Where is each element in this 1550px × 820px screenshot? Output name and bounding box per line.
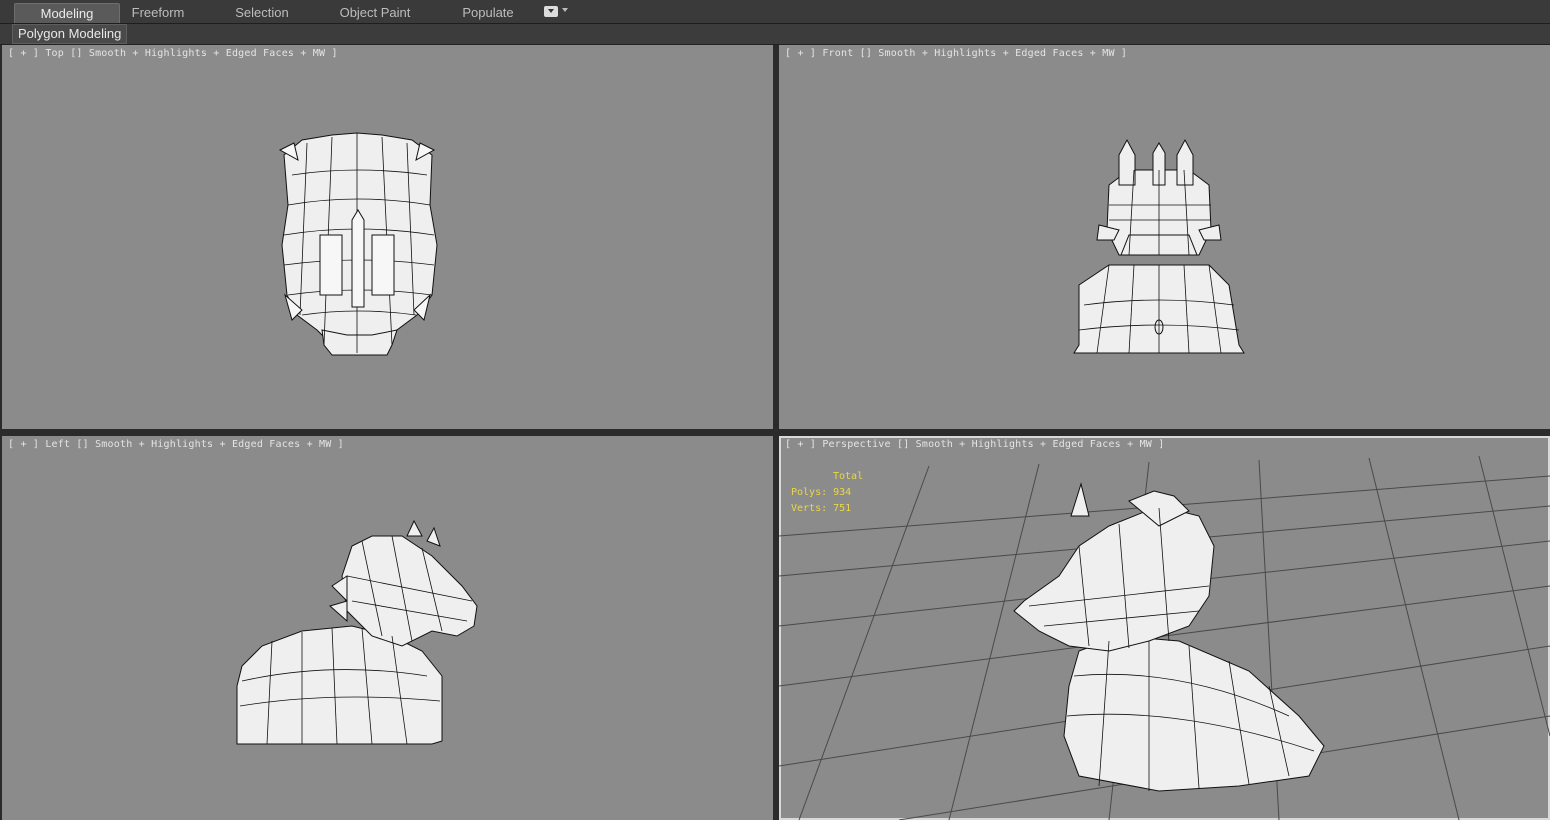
ribbon-options-icon[interactable]: [544, 6, 558, 17]
tab-freeform[interactable]: Freeform: [112, 3, 204, 22]
top-view-model: [278, 132, 438, 356]
perspective-view-scene: [779, 455, 1550, 820]
tab-modeling[interactable]: Modeling: [14, 3, 120, 23]
stats-polys: Polys: 934: [791, 487, 852, 498]
tab-populate[interactable]: Populate: [440, 3, 536, 22]
viewport-left[interactable]: [ + ] Left [] Smooth + Highlights + Edge…: [2, 436, 773, 820]
left-view-model: [236, 519, 478, 745]
polygon-modeling-panel-label[interactable]: Polygon Modeling: [12, 24, 128, 44]
stats-total-header: Total: [833, 471, 864, 482]
stats-verts: Verts: 751: [791, 503, 852, 514]
viewport-perspective[interactable]: [ + ] Perspective [] Smooth + Highlights…: [779, 436, 1550, 820]
tab-object-paint[interactable]: Object Paint: [322, 3, 428, 22]
statistics-overlay: Total Polys: 934 Verts: 751: [791, 469, 863, 517]
tab-selection[interactable]: Selection: [212, 3, 312, 22]
front-view-model: [1073, 138, 1245, 354]
ribbon-tab-bar: Modeling Freeform Selection Object Paint…: [0, 0, 1550, 24]
viewport-perspective-label[interactable]: [ + ] Perspective [] Smooth + Highlights…: [785, 439, 1164, 450]
top-toolbar: Modeling Freeform Selection Object Paint…: [0, 0, 1550, 45]
viewport-top[interactable]: [ + ] Top [] Smooth + Highlights + Edged…: [2, 45, 773, 429]
chevron-down-icon[interactable]: [562, 8, 568, 12]
viewport-front[interactable]: [ + ] Front [] Smooth + Highlights + Edg…: [779, 45, 1550, 429]
